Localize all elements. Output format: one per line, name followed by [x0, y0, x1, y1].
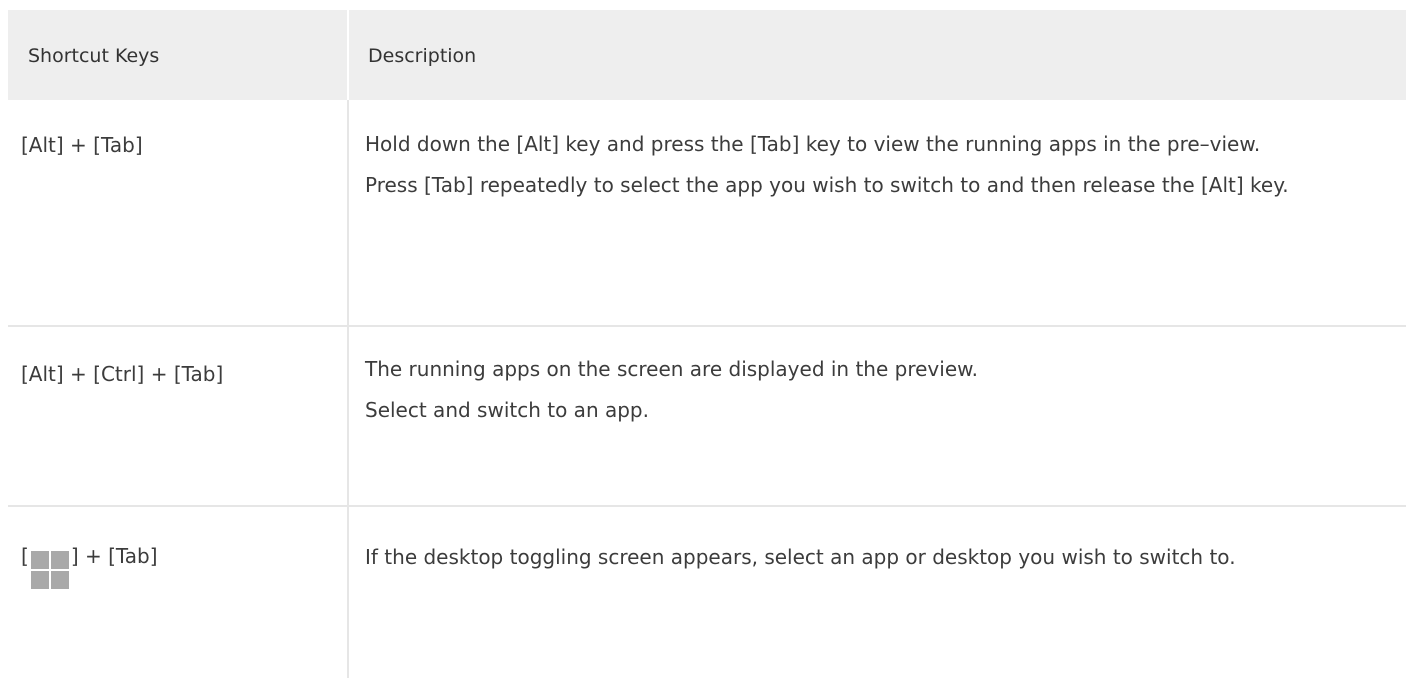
description-cell: If the desktop toggling screen appears, …	[348, 506, 1406, 678]
keys-prefix: [	[21, 544, 29, 568]
windows-logo-icon	[30, 551, 69, 589]
description-cell: The running apps on the screen are displ…	[348, 326, 1406, 506]
header-shortcut-keys: Shortcut Keys	[28, 45, 160, 67]
table-header: Shortcut Keys Description	[8, 10, 1406, 100]
keys-suffix: ] + [Tab]	[70, 544, 158, 568]
description-text: Press [Tab] repeatedly to select the app…	[365, 173, 1289, 197]
shortcut-keys-cell: [Alt] + [Ctrl] + [Tab]	[8, 326, 349, 506]
description-text: Select and switch to an app.	[365, 398, 649, 422]
shortcut-keys-cell: [ ] + [Tab]	[8, 506, 349, 678]
table-row: [ ] + [Tab] If the desktop toggling scree…	[8, 506, 1406, 678]
table-body: [Alt] + [Tab] Hold down the [Alt] key an…	[8, 100, 1406, 678]
table-row: [Alt] + [Ctrl] + [Tab] The running apps …	[8, 326, 1406, 506]
description-cell: Hold down the [Alt] key and press the [T…	[348, 100, 1406, 326]
shortcut-table: Shortcut Keys Description [Alt] + [Tab] …	[8, 10, 1406, 678]
description-text: Hold down the [Alt] key and press the [T…	[365, 132, 1261, 156]
header-description: Description	[347, 10, 1406, 100]
table-header-row: Shortcut Keys Description	[8, 10, 1406, 100]
table-row: [Alt] + [Tab] Hold down the [Alt] key an…	[8, 100, 1406, 326]
description-text: If the desktop toggling screen appears, …	[365, 545, 1236, 569]
description-text: The running apps on the screen are displ…	[365, 357, 979, 381]
shortcut-keys-cell: [Alt] + [Tab]	[8, 100, 349, 326]
